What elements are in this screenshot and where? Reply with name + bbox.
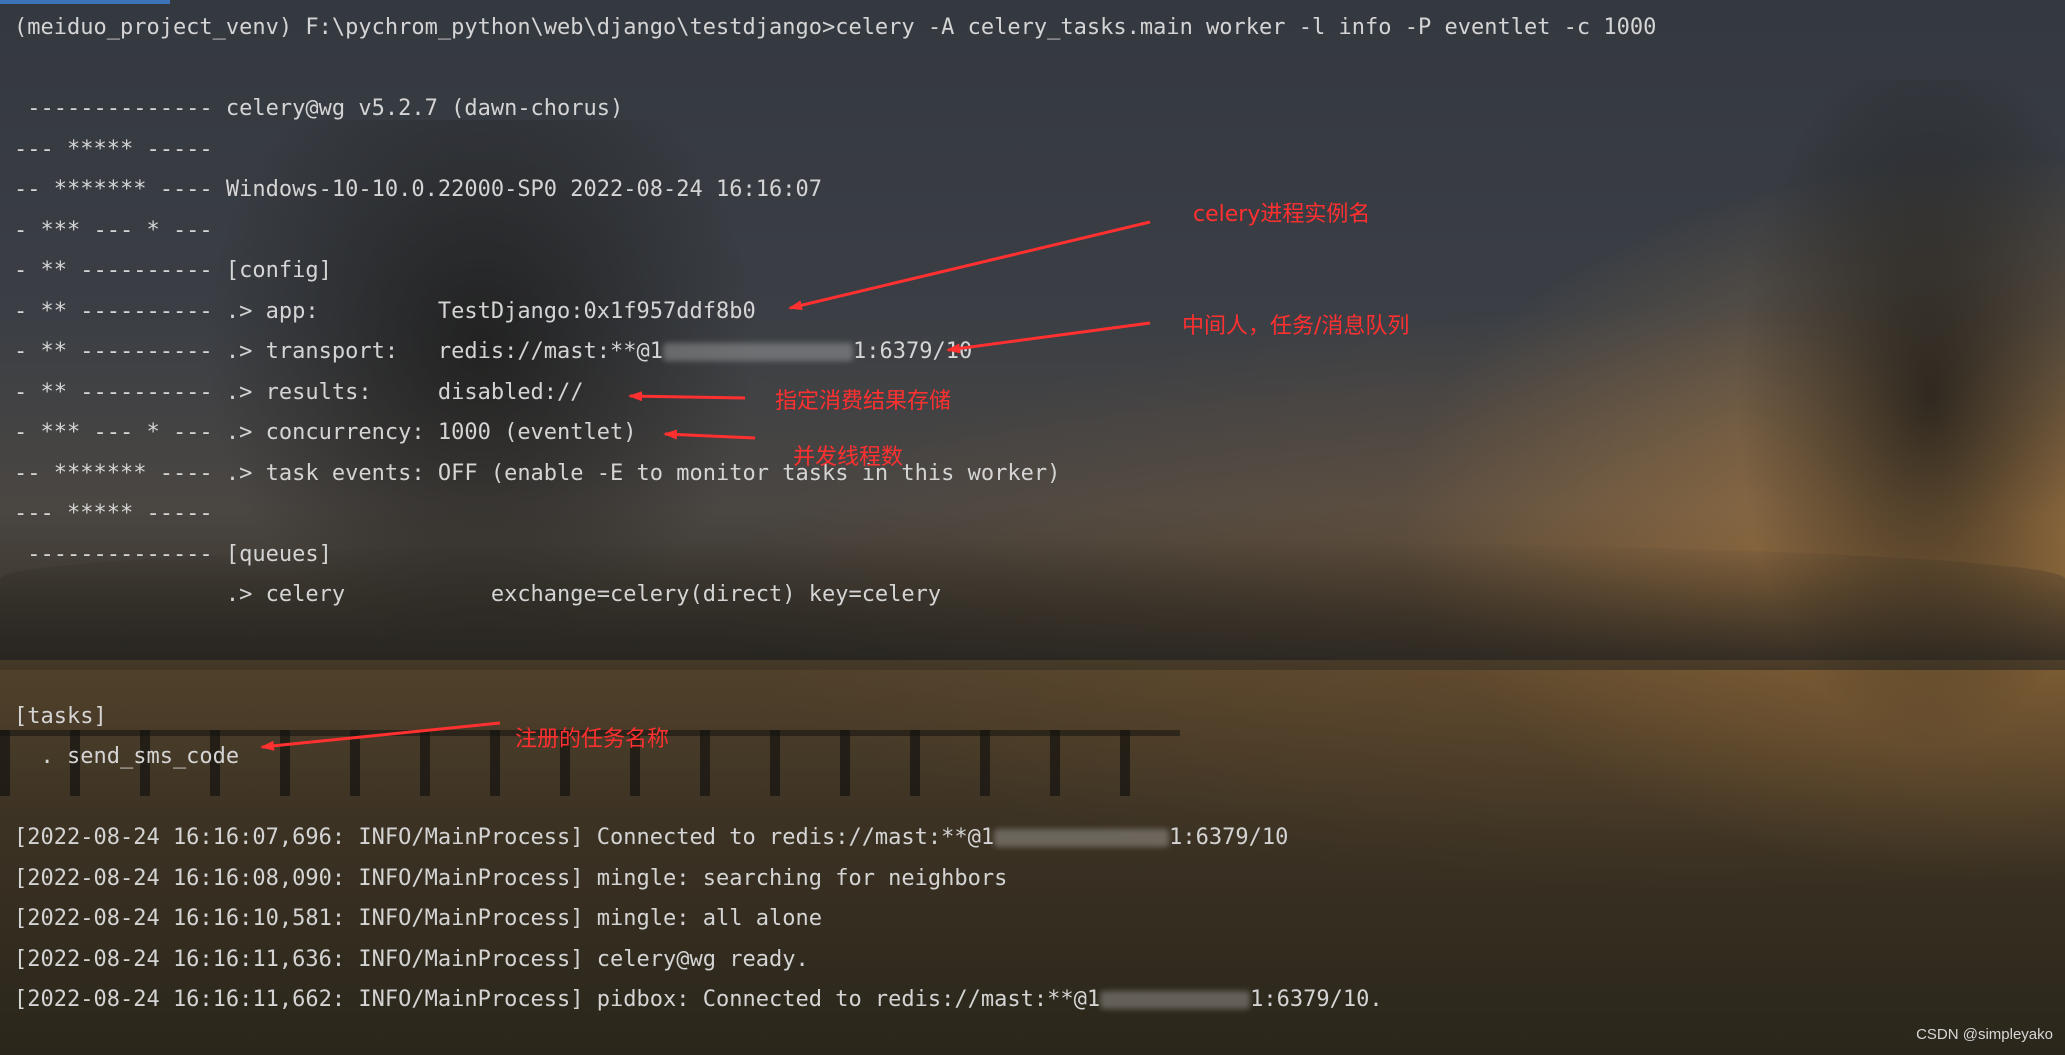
arrow-concurrency xyxy=(663,429,756,440)
annotation-tasks: 注册的任务名称 xyxy=(515,727,670,752)
arrow-results xyxy=(628,391,746,402)
arrow-broker xyxy=(946,321,1151,354)
arrow-instance-name xyxy=(788,220,1151,311)
annotation-arrows xyxy=(260,220,1151,751)
arrow-tasks xyxy=(260,721,501,751)
annotation-broker: 中间人，任务/消息队列 xyxy=(1182,314,1410,339)
annotation-concurrency: 并发线程数 xyxy=(793,445,904,470)
annotation-instance-name: celery进程实例名 xyxy=(1193,202,1371,227)
annotation-results: 指定消费结果存储 xyxy=(775,389,952,414)
watermark: CSDN @simpleyako xyxy=(1916,1026,2053,1043)
